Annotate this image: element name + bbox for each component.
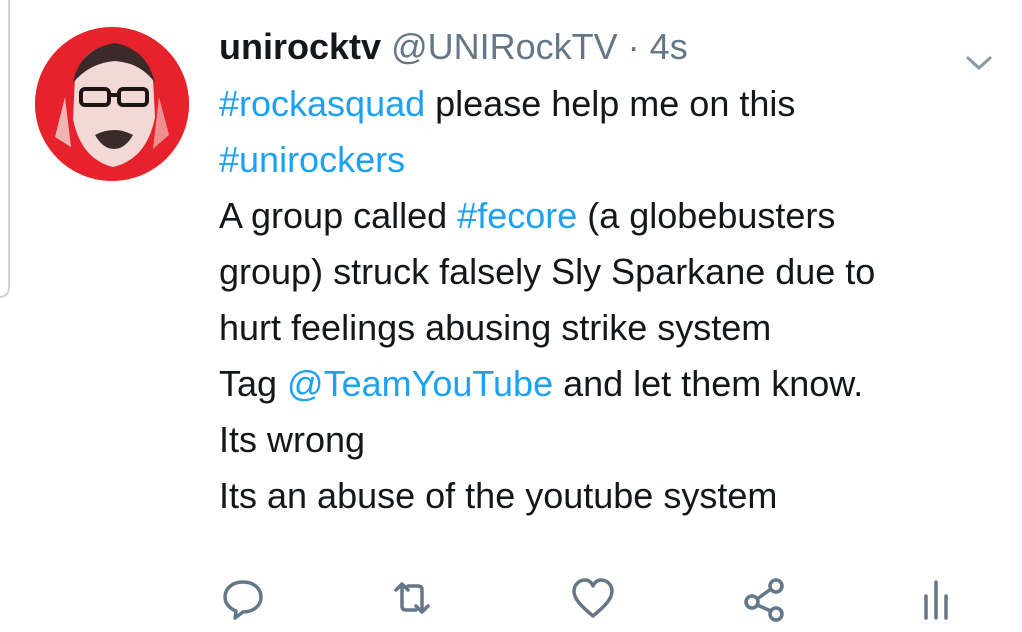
tweet-line: group) struck falsely Sly Sparkane due t… xyxy=(219,244,1009,300)
chevron-down-icon[interactable] xyxy=(965,36,993,70)
tweet-text-segment: A group called xyxy=(219,195,458,236)
user-handle[interactable]: @UNIRockTV xyxy=(391,26,618,67)
tweet-text-segment: Tag xyxy=(219,363,288,404)
tweet-line: A group called #fecore (a globebusters xyxy=(219,188,1009,244)
reply-icon[interactable] xyxy=(219,574,267,622)
tweet-line: Its an abuse of the youtube system xyxy=(219,468,1009,524)
tweet-line: Its wrong xyxy=(219,412,1009,468)
tweet-text-segment: group) struck falsely Sly Sparkane due t… xyxy=(219,251,876,292)
tweet-line: Tag @TeamYouTube and let them know. xyxy=(219,356,1009,412)
tweet-text-segment: please help me on this xyxy=(425,83,796,124)
tweet-text-segment: Its an abuse of the youtube system xyxy=(219,475,778,516)
tweet-screen: unirocktv @UNIRockTV · 4s #rockasquad pl… xyxy=(0,0,1022,632)
hashtag-link[interactable]: #fecore xyxy=(457,195,577,236)
tweet-text-segment: Its wrong xyxy=(219,419,366,460)
tweet-text-segment: (a globebusters xyxy=(577,195,836,236)
hashtag-link[interactable]: #unirockers xyxy=(219,139,405,180)
tweet: unirocktv @UNIRockTV · 4s #rockasquad pl… xyxy=(219,22,1009,524)
hashtag-link[interactable]: #rockasquad xyxy=(219,83,425,124)
action-bar xyxy=(0,574,1022,624)
tweet-text-segment: hurt feelings abusing strike system xyxy=(219,307,772,348)
tweet-line: hurt feelings abusing strike system xyxy=(219,300,1009,356)
tweet-line: #rockasquad please help me on this xyxy=(219,76,1009,132)
tweet-line: #unirockers xyxy=(219,132,1009,188)
separator: · xyxy=(627,26,640,67)
share-icon[interactable] xyxy=(740,574,788,622)
user-avatar[interactable] xyxy=(35,27,189,181)
tweet-header: unirocktv @UNIRockTV · 4s xyxy=(219,22,1009,72)
display-name[interactable]: unirocktv xyxy=(219,26,381,67)
mention-link[interactable]: @TeamYouTube xyxy=(287,363,553,404)
timestamp[interactable]: 4s xyxy=(650,26,688,67)
tweet-text-segment: and let them know. xyxy=(553,363,864,404)
retweet-icon[interactable] xyxy=(388,574,436,622)
tweet-text: #rockasquad please help me on this #uniro… xyxy=(219,76,1009,524)
analytics-icon[interactable] xyxy=(912,574,960,622)
heart-icon[interactable] xyxy=(569,574,617,622)
panel-edge xyxy=(0,0,10,298)
